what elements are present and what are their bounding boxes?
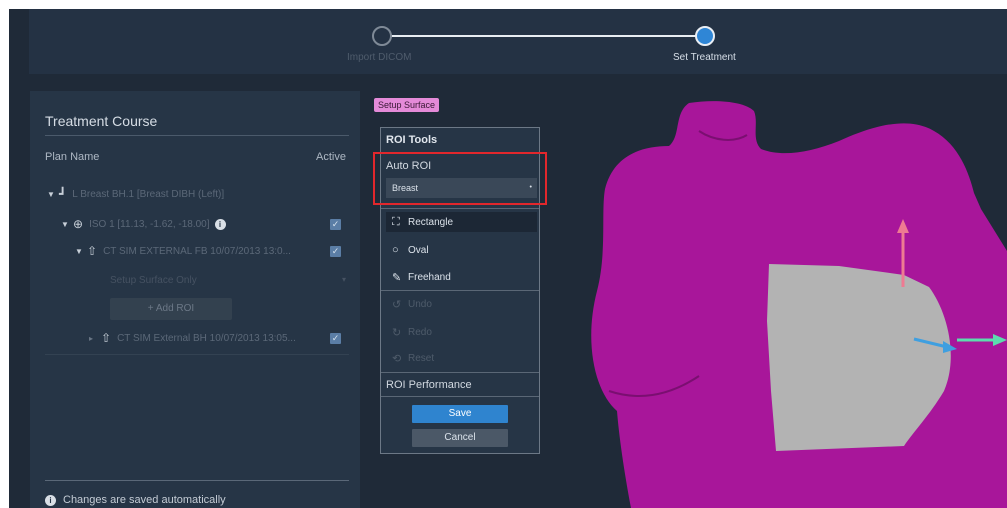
treatment-course-panel: Treatment Course Plan Name Active ▼ ┛ L … (30, 91, 360, 508)
tree-divider (45, 354, 349, 355)
oval-tool-label: Oval (408, 244, 429, 256)
plan-name-header: Plan Name (45, 151, 100, 163)
title-divider (45, 135, 349, 136)
surface-tree-row[interactable]: ▼ ⇧ CT SIM EXTERNAL FB 10/07/2013 13:0..… (75, 244, 291, 258)
plan-tree-row[interactable]: ▼ ┛ L Breast BH.1 [Breast DIBH (Left)] (47, 187, 224, 201)
body-outline-icon: ⇧ (87, 244, 98, 258)
freehand-tool-button[interactable]: ✎ Freehand (386, 267, 537, 287)
step-import-dicom-label: Import DICOM (347, 52, 412, 63)
setup-surface-badge: Setup Surface (374, 98, 440, 112)
info-icon[interactable]: i (214, 218, 226, 230)
autosave-text: Changes are saved automatically (63, 494, 226, 506)
auto-roi-highlight-box (373, 152, 547, 205)
step-import-dicom-dot[interactable] (372, 26, 392, 46)
crosshair-icon: ⊕ (73, 217, 84, 231)
freehand-tool-label: Freehand (408, 271, 451, 283)
reset-button[interactable]: ⟲ Reset (386, 348, 537, 368)
roi-tools-title: ROI Tools (386, 134, 438, 146)
rectangle-select-icon: ⛶ (392, 215, 400, 228)
rectangle-tool-button[interactable]: ⛶ Rectangle (386, 212, 537, 232)
redo-icon: ↻ (392, 326, 402, 339)
setup-surface-select[interactable]: Setup Surface Only ▾ (110, 275, 350, 293)
caret-down-icon[interactable]: ▼ (61, 220, 73, 229)
divider (381, 396, 539, 397)
step-connector (389, 35, 707, 37)
surface-active-checkbox[interactable]: ✓ (330, 333, 341, 344)
plan-icon: ┛ (59, 187, 67, 201)
circle-icon: ○ (392, 244, 399, 256)
surface-label: CT SIM EXTERNAL FB 10/07/2013 13:0... (103, 245, 291, 257)
step-set-treatment-dot[interactable] (695, 26, 715, 46)
panel-title: Treatment Course (45, 113, 158, 129)
divider (381, 372, 539, 373)
caret-down-icon[interactable]: ▼ (47, 190, 59, 199)
undo-icon: ↺ (392, 298, 402, 311)
autosave-notice: i Changes are saved automatically (45, 494, 226, 506)
cancel-button[interactable]: Cancel (412, 429, 508, 447)
caret-down-icon[interactable]: ▼ (75, 247, 87, 256)
roi-performance-label[interactable]: ROI Performance (386, 379, 472, 391)
add-roi-button[interactable]: + Add ROI (110, 298, 232, 320)
setup-surface-select-value: Setup Surface Only (110, 275, 197, 286)
divider (381, 208, 539, 209)
active-header: Active (316, 151, 346, 163)
surface-active-checkbox[interactable]: ✓ (330, 246, 341, 257)
app-window: Import DICOM Set Treatment Treatment Cou… (9, 9, 1007, 508)
footer-divider (45, 480, 349, 481)
reset-label: Reset (408, 352, 435, 364)
undo-button[interactable]: ↺ Undo (386, 294, 537, 314)
isocenter-tree-row[interactable]: ▼ ⊕ ISO 1 [11.13, -1.62, -18.00] i (61, 217, 226, 231)
dropdown-arrow-icon: ▾ (341, 275, 346, 284)
rectangle-tool-label: Rectangle (408, 216, 454, 228)
workflow-stepper: Import DICOM Set Treatment (29, 9, 1007, 74)
undo-label: Undo (408, 298, 432, 310)
plan-label: L Breast BH.1 [Breast DIBH (Left)] (72, 188, 225, 200)
body-outline-icon: ⇧ (101, 331, 112, 345)
divider (381, 290, 539, 291)
redo-label: Redo (408, 326, 432, 338)
isocenter-label: ISO 1 [11.13, -1.62, -18.00] (89, 218, 210, 230)
caret-right-icon[interactable]: ▸ (89, 334, 101, 343)
redo-button[interactable]: ↻ Redo (386, 322, 537, 342)
surface-tree-row[interactable]: ▸ ⇧ CT SIM External BH 10/07/2013 13:05.… (89, 331, 296, 345)
info-icon: i (45, 494, 56, 506)
oval-tool-button[interactable]: ○ Oval (386, 240, 537, 260)
surface-label: CT SIM External BH 10/07/2013 13:05... (117, 332, 296, 344)
pen-icon: ✎ (392, 271, 402, 284)
reset-icon: ⟲ (392, 352, 402, 365)
step-set-treatment-label: Set Treatment (673, 52, 736, 63)
save-button[interactable]: Save (412, 405, 508, 423)
isocenter-active-checkbox[interactable]: ✓ (330, 219, 341, 230)
